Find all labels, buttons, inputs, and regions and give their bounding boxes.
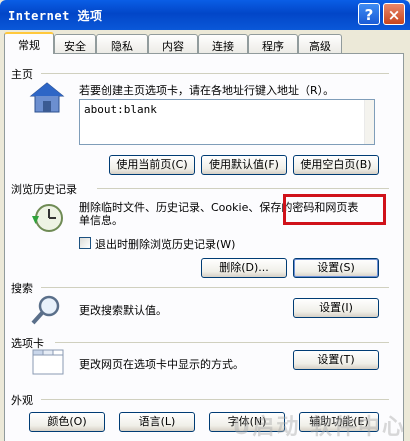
magnifier-icon (31, 295, 60, 325)
divider (97, 188, 389, 189)
general-panel: 主页 若要创建主页选项卡，请在各地址行键入地址（R）。 about:blank … (4, 53, 404, 441)
use-default-button[interactable]: 使用默认值(F) (201, 155, 287, 175)
tab-security[interactable]: 安全 (54, 34, 96, 53)
house-icon (29, 82, 65, 113)
appearance-section-title: 外观 (11, 394, 33, 407)
languages-button[interactable]: 语言(L) (119, 412, 195, 432)
divider (55, 342, 389, 343)
help-button[interactable]: ? (358, 3, 380, 25)
title-bar: Internet 选项 ? × (0, 0, 410, 30)
tab-content[interactable]: 内容 (148, 34, 198, 53)
homepage-address-value: about:blank (84, 103, 157, 116)
clock-icon (32, 204, 63, 232)
tab-programs[interactable]: 程序 (248, 34, 298, 53)
history-section-title: 浏览历史记录 (11, 183, 77, 196)
tab-privacy[interactable]: 隐私 (96, 34, 148, 53)
homepage-hint: 若要创建主页选项卡，请在各地址行键入地址（R）。 (79, 84, 335, 97)
tab-advanced[interactable]: 高级 (298, 34, 342, 53)
history-settings-button[interactable]: 设置(S) (293, 258, 379, 278)
use-blank-button[interactable]: 使用空白页(B) (293, 155, 379, 175)
divider (41, 399, 389, 400)
tabs-settings-button[interactable]: 设置(T) (293, 350, 379, 370)
tab-connections[interactable]: 连接 (198, 34, 248, 53)
search-settings-button[interactable]: 设置(I) (293, 298, 379, 318)
colors-button[interactable]: 颜色(O) (29, 412, 105, 432)
window-title: Internet 选项 (8, 9, 103, 23)
homepage-address-field[interactable]: about:blank (79, 99, 375, 145)
tabs-description: 更改网页在选项卡中显示的方式。 (79, 358, 244, 371)
delete-history-button[interactable]: 删除(D)... (201, 258, 287, 278)
close-button[interactable]: × (383, 3, 405, 25)
tab-general[interactable]: 常规 (4, 32, 54, 54)
delete-on-exit-checkbox[interactable] (79, 237, 91, 249)
use-current-button[interactable]: 使用当前页(C) (109, 155, 195, 175)
divider (41, 287, 389, 288)
highlight-box (283, 194, 386, 225)
search-description: 更改搜索默认值。 (79, 304, 167, 317)
tabbed-window-icon (32, 349, 64, 375)
divider (41, 73, 389, 74)
watermark: U启动 软件中心 (232, 415, 406, 440)
scrollbar[interactable] (364, 100, 374, 144)
delete-on-exit-label: 退出时删除浏览历史记录(W) (95, 238, 236, 251)
